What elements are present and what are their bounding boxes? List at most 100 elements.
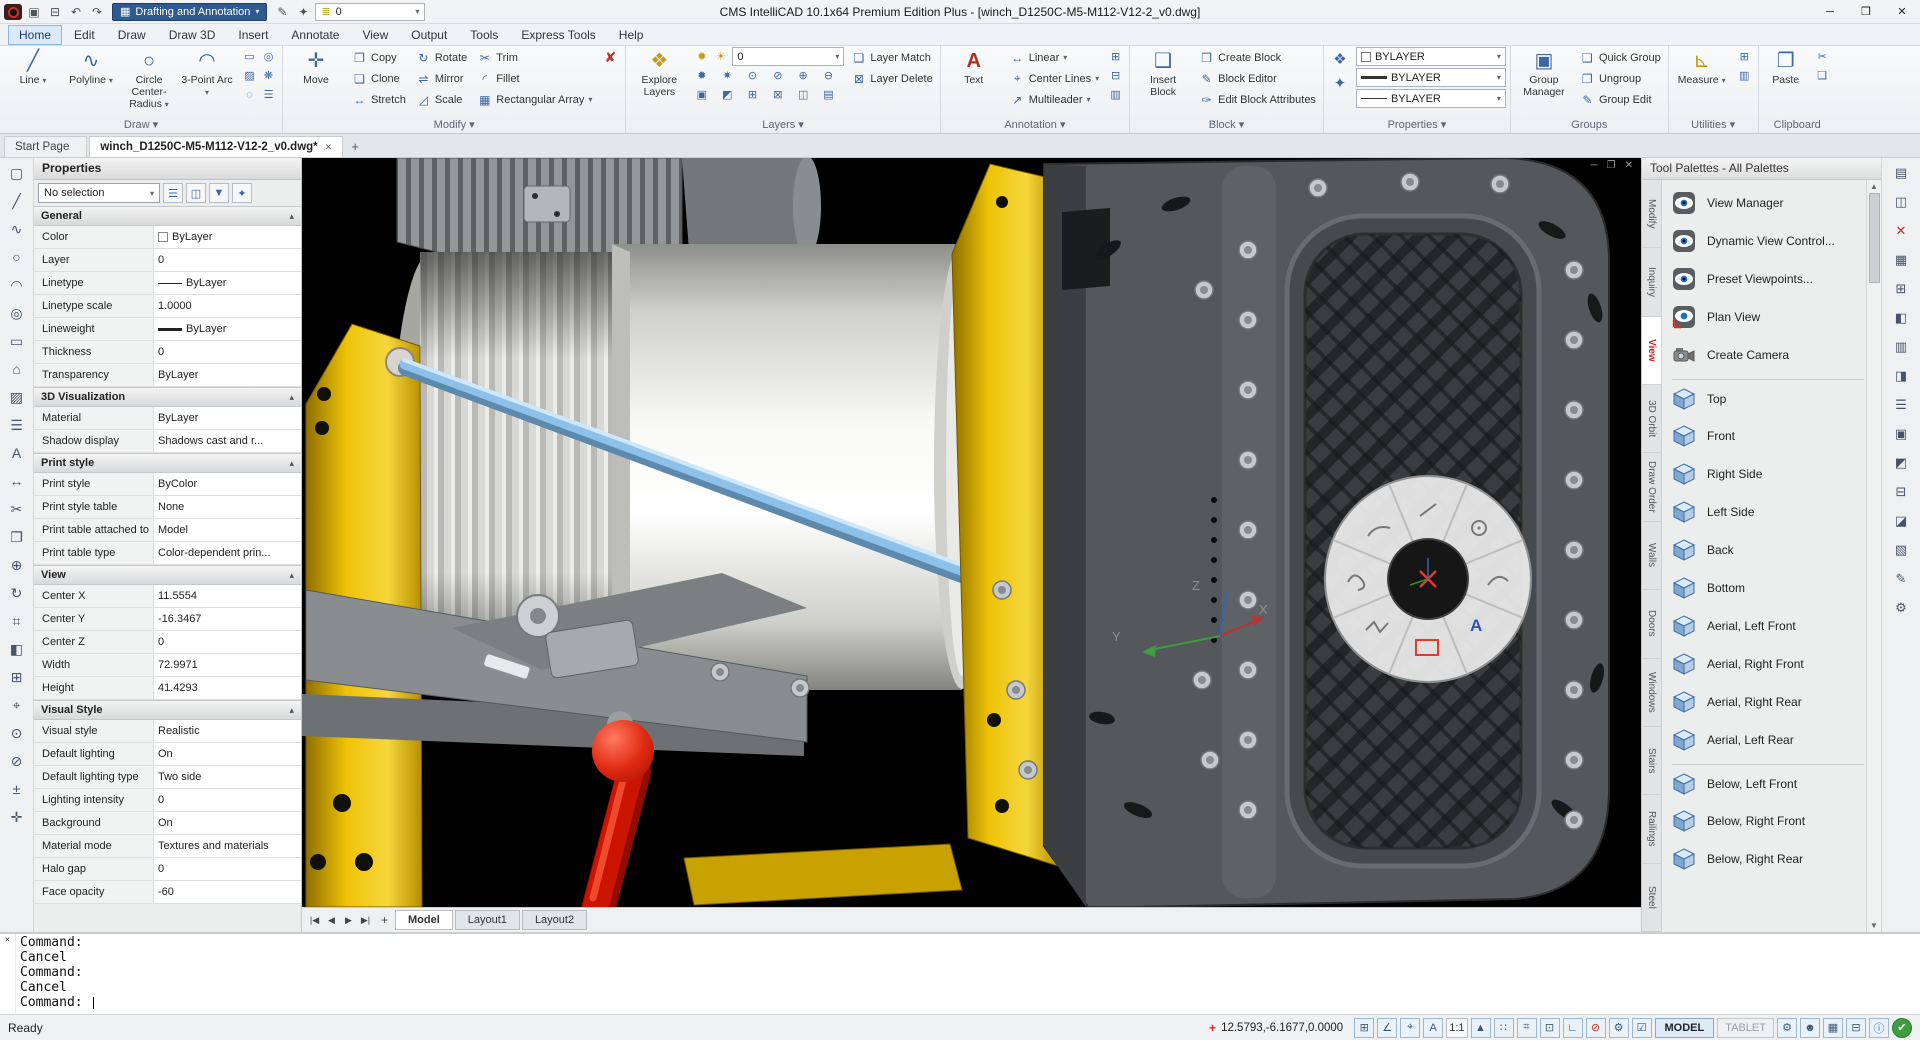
layer-select[interactable]: 0 ▾ xyxy=(732,47,844,66)
palette-tab[interactable]: Modify xyxy=(1642,180,1661,248)
properties-toolbar-icon[interactable]: ☰ xyxy=(163,183,183,203)
quick-access-icon[interactable]: ↶ xyxy=(66,2,86,22)
property-row[interactable]: Face opacity -60 xyxy=(34,881,301,904)
property-row[interactable]: Default lighting type Two side xyxy=(34,766,301,789)
property-row[interactable]: Color ByLayer xyxy=(34,226,301,249)
erase-button[interactable]: ✘ xyxy=(599,47,621,68)
property-row[interactable]: Print style ByColor xyxy=(34,473,301,496)
status-toggle-icon[interactable]: ∷ xyxy=(1494,1018,1514,1038)
annotation-tool-icon[interactable]: ⊞ xyxy=(1106,47,1125,66)
status-toggle-icon[interactable]: ⊞ xyxy=(1354,1018,1374,1038)
palette-item[interactable]: Below, Right Front xyxy=(1672,802,1864,840)
properties-toolbar-icon[interactable]: ◫ xyxy=(186,183,206,203)
ribbon-button[interactable]: ⊠ Layer Delete xyxy=(848,68,935,89)
ribbon-button[interactable]: ❏ Layer Match xyxy=(848,47,935,68)
property-row[interactable]: Material mode Textures and materials xyxy=(34,835,301,858)
palette-tab[interactable]: Doors xyxy=(1642,590,1661,658)
section-header-3d-visualization[interactable]: 3D Visualization▴ xyxy=(34,387,301,407)
palette-tab[interactable]: Draw Order xyxy=(1642,453,1661,521)
status-toggle-icon[interactable]: ⊘ xyxy=(1586,1018,1606,1038)
ribbon-button[interactable]: ↔ Linear▾ xyxy=(1007,47,1102,68)
annotation-tool-icon[interactable]: ⊟ xyxy=(1106,66,1125,85)
ribbon-tab[interactable]: Express Tools xyxy=(510,25,606,45)
paste-button[interactable]: ❐ Paste xyxy=(1763,47,1809,113)
ribbon-button[interactable]: ❒ Ungroup xyxy=(1577,68,1664,89)
property-row[interactable]: Lineweight ByLayer xyxy=(34,318,301,341)
ribbon-button[interactable]: ✑ Edit Block Attributes xyxy=(1196,89,1319,110)
quick-access-icon[interactable]: ↷ xyxy=(87,2,107,22)
ribbon-group-caption[interactable]: Layers ▾ xyxy=(630,117,935,133)
dock-icon[interactable]: ◨ xyxy=(1892,367,1910,385)
drawing-tool-icon[interactable]: ⌗ xyxy=(4,608,30,634)
viewport-window-button[interactable]: ─ xyxy=(1591,160,1598,171)
explore-layers-button[interactable]: ❖ Explore Layers xyxy=(630,47,688,113)
layout-nav-arrow[interactable]: ▶ xyxy=(340,911,357,929)
drawing-tool-icon[interactable]: A xyxy=(4,440,30,466)
dock-icon[interactable]: ⊞ xyxy=(1892,280,1910,298)
ribbon-group-caption[interactable]: Utilities ▾ xyxy=(1673,117,1754,133)
ribbon-group-caption[interactable]: Properties ▾ xyxy=(1328,117,1506,133)
palette-item[interactable]: Below, Left Front xyxy=(1672,764,1864,802)
insert-block-button[interactable]: ❑ Insert Block xyxy=(1134,47,1192,113)
layer-tool-icon[interactable]: ▣ xyxy=(692,85,711,104)
drawing-tool-icon[interactable]: ╱ xyxy=(4,188,30,214)
titlebar-icon[interactable]: ✎ xyxy=(272,2,292,22)
ribbon-tab[interactable]: Output xyxy=(400,25,458,45)
property-row[interactable]: Background On xyxy=(34,812,301,835)
property-dropdown[interactable]: BYLAYER ▾ xyxy=(1356,47,1506,66)
drawing-tool-icon[interactable]: ▨ xyxy=(4,384,30,410)
property-row[interactable]: Center Y -16.3467 xyxy=(34,608,301,631)
drawing-tool-icon[interactable]: ◎ xyxy=(4,300,30,326)
ribbon-button[interactable]: ◜ Fillet xyxy=(474,68,595,89)
drawing-viewport[interactable]: ─❐✕ Z X Y A xyxy=(302,158,1641,907)
property-row[interactable]: Linetype scale 1.0000 xyxy=(34,295,301,318)
drawing-tool-icon[interactable]: ⊞ xyxy=(4,664,30,690)
properties-tool-icon[interactable]: ✦ xyxy=(1328,71,1352,95)
ribbon-group-caption[interactable]: Clipboard xyxy=(1763,117,1832,133)
property-row[interactable]: Default lighting On xyxy=(34,743,301,766)
palette-item[interactable]: Below, Right Rear xyxy=(1672,840,1864,878)
drawing-tool-icon[interactable]: ✂ xyxy=(4,496,30,522)
move-button[interactable]: ✛ Move xyxy=(287,47,345,113)
maximize-button[interactable]: ❐ xyxy=(1848,0,1884,23)
property-row[interactable]: Thickness 0 xyxy=(34,341,301,364)
palette-item[interactable]: Plan View xyxy=(1672,298,1864,336)
property-dropdown[interactable]: BYLAYER ▾ xyxy=(1356,89,1506,108)
workspace-dropdown[interactable]: ▦ Drafting and Annotation ▾ xyxy=(112,3,267,21)
command-history[interactable]: Command:CancelCommand:Cancel Command: xyxy=(16,934,1920,1014)
ribbon-button[interactable]: ❐ Copy xyxy=(349,47,413,68)
ribbon-tab[interactable]: View xyxy=(351,25,399,45)
status-toggle-icon[interactable]: ∠ xyxy=(1377,1018,1397,1038)
ribbon-group-caption[interactable]: Modify ▾ xyxy=(287,117,621,133)
layer-dropdown[interactable]: ≣ 0 ▾ xyxy=(315,3,425,21)
property-row[interactable]: Print table attached to Model xyxy=(34,519,301,542)
dock-icon[interactable]: ⚙ xyxy=(1892,599,1910,617)
layer-state-icon[interactable]: ✹ xyxy=(692,47,711,66)
ribbon-button[interactable]: ↗ Multileader▾ xyxy=(1007,89,1102,110)
property-dropdown[interactable]: BYLAYER ▾ xyxy=(1356,68,1506,87)
property-row[interactable]: Center Z 0 xyxy=(34,631,301,654)
status-toggle-icon[interactable]: ⌖ xyxy=(1400,1018,1420,1038)
ribbon-group-caption[interactable]: Groups xyxy=(1515,117,1664,133)
properties-tool-icon[interactable]: ❖ xyxy=(1328,47,1352,71)
status-tool-icon[interactable]: ✔ xyxy=(1892,1018,1912,1038)
palette-item[interactable]: Create Camera xyxy=(1672,336,1864,374)
property-row[interactable]: Material ByLayer xyxy=(34,407,301,430)
layout-tab[interactable]: Model xyxy=(395,910,453,930)
dock-icon[interactable]: ◩ xyxy=(1892,454,1910,472)
close-tab-icon[interactable]: ✕ xyxy=(325,142,333,153)
layout-nav-arrow[interactable]: |◀ xyxy=(306,911,323,929)
palette-tab[interactable]: Stairs xyxy=(1642,727,1661,795)
status-toggle-icon[interactable]: A xyxy=(1423,1018,1443,1038)
dock-icon[interactable]: ▣ xyxy=(1892,425,1910,443)
quick-access-icon[interactable]: ▣ xyxy=(24,2,44,22)
status-tool-icon[interactable]: ▦ xyxy=(1823,1018,1843,1038)
palette-tab[interactable]: 3D Orbit xyxy=(1642,385,1661,453)
navwheel-a-label[interactable]: A xyxy=(1470,616,1482,636)
drawing-tool-icon[interactable]: ↻ xyxy=(4,580,30,606)
layer-tool-icon[interactable]: ⊠ xyxy=(768,85,787,104)
drawing-tool-icon[interactable]: ▭ xyxy=(4,328,30,354)
layer-tool-icon[interactable]: ⊞ xyxy=(743,85,762,104)
ribbon-tab[interactable]: Draw xyxy=(107,25,157,45)
property-row[interactable]: Halo gap 0 xyxy=(34,858,301,881)
